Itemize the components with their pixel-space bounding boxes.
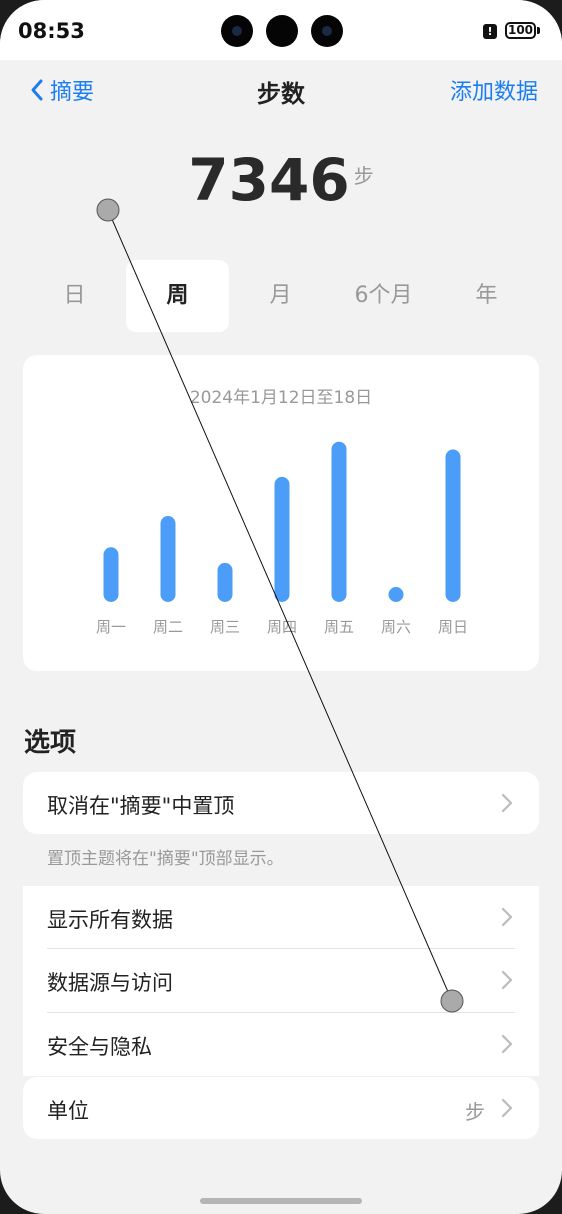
unit-card: 单位 步	[23, 1077, 539, 1139]
privacy-row[interactable]: 安全与隐私	[23, 1013, 539, 1075]
unit-value: 步	[465, 1100, 485, 1124]
unpin-card: 取消在"摘要"中置顶	[23, 772, 539, 834]
chart-bar[interactable]	[217, 562, 233, 602]
home-indicator[interactable]	[200, 1198, 362, 1204]
show-all-data-label: 显示所有数据	[47, 908, 173, 932]
chart-x-tick-label: 周三	[210, 618, 240, 636]
data-sources-label: 数据源与访问	[47, 971, 173, 995]
step-total: 7346 步	[0, 146, 562, 214]
camera-icon	[266, 15, 298, 47]
chart-x-tick-label: 周六	[381, 618, 411, 636]
chevron-right-icon	[501, 1098, 513, 1118]
add-data-button[interactable]: 添加数据	[450, 74, 538, 106]
unit-label: 单位	[47, 1099, 89, 1123]
chevron-right-icon	[501, 970, 513, 990]
step-total-unit: 步	[353, 164, 374, 188]
chevron-right-icon	[501, 1034, 513, 1054]
privacy-label: 安全与隐私	[47, 1035, 152, 1059]
chart-bar[interactable]	[103, 547, 119, 602]
chart-x-tick-label: 周五	[324, 618, 354, 636]
tab-six-months[interactable]: 6个月	[332, 260, 435, 332]
unit-row[interactable]: 单位 步	[23, 1077, 539, 1139]
period-tabs: 日 周 月 6个月 年	[23, 260, 539, 332]
pin-hint: 置顶主题将在"摘要"顶部显示。	[47, 849, 284, 869]
chart-x-tick-label: 周二	[153, 618, 183, 636]
phone-screen: 08:53 ! 100 摘要 步数 添加数据 7346 步 日 周 月 6个月 年…	[0, 0, 562, 1214]
chevron-right-icon	[501, 907, 513, 927]
chart-bar[interactable]	[445, 449, 461, 602]
chart-bar[interactable]	[331, 441, 347, 602]
show-all-data-row[interactable]: 显示所有数据	[23, 886, 539, 948]
chart-title: 2024年1月12日至18日	[190, 388, 372, 408]
data-sources-row[interactable]: 数据源与访问	[23, 949, 539, 1011]
battery-icon: 100	[505, 22, 536, 39]
step-total-value: 7346	[188, 146, 350, 214]
alert-icon: !	[483, 24, 497, 39]
camera-icon	[221, 15, 253, 47]
tab-day[interactable]: 日	[23, 260, 126, 332]
chart-bar[interactable]	[160, 516, 176, 602]
battery-tip	[537, 27, 540, 34]
chart-x-tick-label: 周一	[96, 618, 126, 636]
chart-bar[interactable]	[388, 587, 404, 602]
tab-week[interactable]: 周	[126, 260, 229, 332]
steps-bar-chart: 2024年1月12日至18日 周一 周二 周三 周四 周五 周六 周日	[96, 388, 468, 636]
chevron-right-icon	[501, 793, 513, 813]
unpin-label: 取消在"摘要"中置顶	[47, 794, 235, 818]
unpin-row[interactable]: 取消在"摘要"中置顶	[23, 772, 539, 834]
steps-chart-card: 2024年1月12日至18日 周一 周二 周三 周四 周五 周六 周日	[23, 355, 539, 671]
status-bar: 08:53 ! 100	[0, 0, 562, 60]
chart-bar[interactable]	[274, 476, 290, 602]
tab-year[interactable]: 年	[435, 260, 538, 332]
chart-x-tick-label: 周四	[267, 618, 297, 636]
navigation-bar: 摘要 步数 添加数据	[0, 60, 562, 120]
chart-x-tick-label: 周日	[438, 618, 468, 636]
status-time: 08:53	[18, 19, 85, 43]
tab-month[interactable]: 月	[229, 260, 332, 332]
data-options-card: 显示所有数据 数据源与访问 安全与隐私	[23, 886, 539, 1076]
options-heading: 选项	[24, 728, 77, 758]
camera-icon	[311, 15, 343, 47]
